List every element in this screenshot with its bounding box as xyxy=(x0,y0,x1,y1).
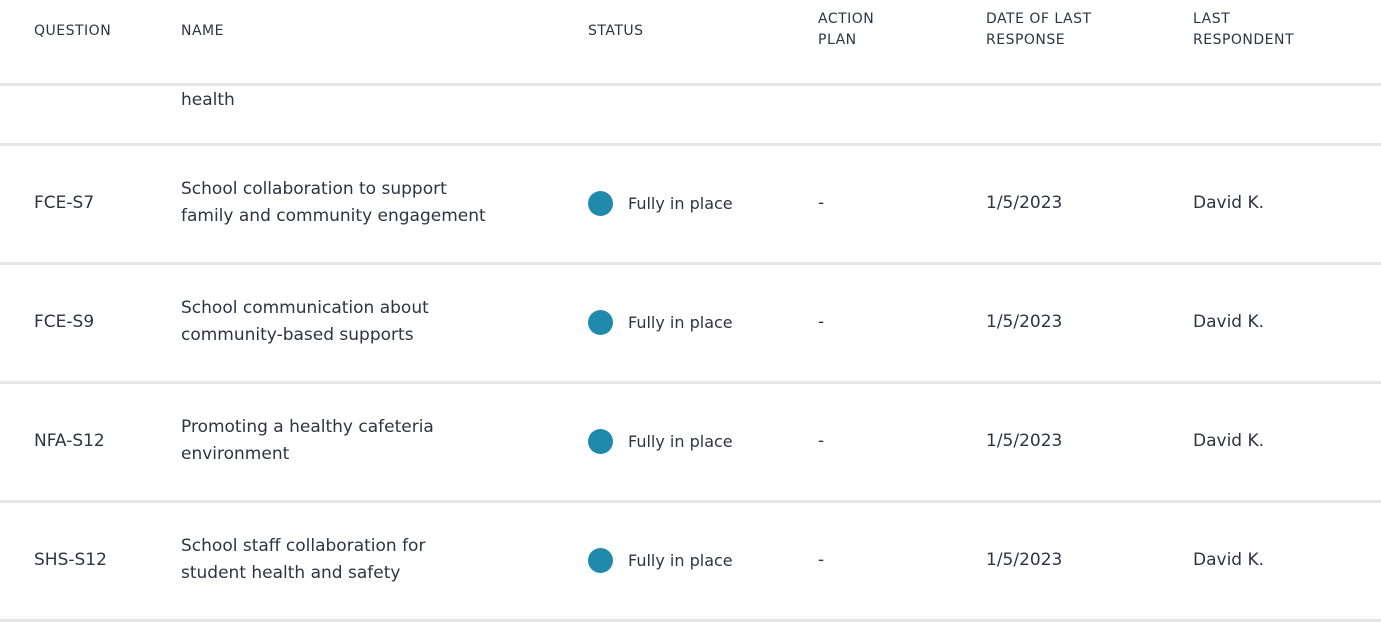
table-header: QUESTION NAME STATUS ACTION PLAN DATE OF… xyxy=(0,0,1381,86)
status-dot-icon xyxy=(588,548,613,573)
row-name: Promoting a healthy cafeteria environmen… xyxy=(181,414,551,468)
row-date: 1/5/2023 xyxy=(986,193,1063,213)
column-header-date-last-response[interactable]: DATE OF LAST RESPONSE xyxy=(986,9,1092,51)
table-row[interactable]: NFA-S12 Promoting a healthy cafeteria en… xyxy=(0,384,1381,503)
row-action-plan: - xyxy=(818,193,825,213)
column-header-action-plan[interactable]: ACTION PLAN xyxy=(818,9,874,51)
row-status: Fully in place xyxy=(588,309,733,336)
row-action-plan: - xyxy=(818,550,825,570)
row-question-code: NFA-S12 xyxy=(34,431,105,451)
row-respondent: David K. xyxy=(1193,431,1265,451)
column-header-respondent-line1: LAST xyxy=(1193,11,1231,27)
row-respondent: David K. xyxy=(1193,193,1265,213)
row-status: Fully in place xyxy=(588,428,733,455)
row-date: 1/5/2023 xyxy=(986,431,1063,451)
column-header-last-respondent[interactable]: LAST RESPONDENT xyxy=(1193,9,1294,51)
row-name-line2: community-based supports xyxy=(181,325,414,345)
row-name: School staff collaboration for student h… xyxy=(181,533,551,587)
column-header-question[interactable]: QUESTION xyxy=(34,21,111,42)
row-name-line1: Promoting a healthy cafeteria xyxy=(181,417,434,437)
column-header-date-line2: RESPONSE xyxy=(986,32,1066,48)
row-name-tail: health xyxy=(181,90,235,110)
row-status: Fully in place xyxy=(588,547,733,574)
row-name-line1: School collaboration to support xyxy=(181,179,447,199)
row-action-plan: - xyxy=(818,312,825,332)
row-name-line2: student health and safety xyxy=(181,563,401,583)
table-row[interactable]: FCE-S7 School collaboration to support f… xyxy=(0,146,1381,265)
column-header-action-plan-line2: PLAN xyxy=(818,32,857,48)
row-respondent: David K. xyxy=(1193,312,1265,332)
table-row[interactable]: SHS-S12 School staff collaboration for s… xyxy=(0,503,1381,622)
column-header-name[interactable]: NAME xyxy=(181,21,224,42)
table-row[interactable]: FCE-S9 School communication about commun… xyxy=(0,265,1381,384)
column-header-respondent-line2: RESPONDENT xyxy=(1193,32,1295,48)
column-header-action-plan-line1: ACTION xyxy=(818,11,875,27)
table-row-partial[interactable]: health xyxy=(0,86,1381,146)
row-respondent: David K. xyxy=(1193,550,1265,570)
status-label: Fully in place xyxy=(628,313,733,332)
status-label: Fully in place xyxy=(628,432,733,451)
row-name-line1: School communication about xyxy=(181,298,429,318)
status-dot-icon xyxy=(588,191,613,216)
row-name-line2: family and community engagement xyxy=(181,206,486,226)
row-question-code: SHS-S12 xyxy=(34,550,107,570)
row-action-plan: - xyxy=(818,431,825,451)
status-label: Fully in place xyxy=(628,194,733,213)
row-status: Fully in place xyxy=(588,190,733,217)
status-dot-icon xyxy=(588,310,613,335)
row-date: 1/5/2023 xyxy=(986,550,1063,570)
row-name: School communication about community-bas… xyxy=(181,295,551,349)
row-name-line2: environment xyxy=(181,444,290,464)
status-dot-icon xyxy=(588,429,613,454)
column-header-status[interactable]: STATUS xyxy=(588,21,644,42)
row-name: School collaboration to support family a… xyxy=(181,176,551,230)
row-date: 1/5/2023 xyxy=(986,312,1063,332)
column-header-date-line1: DATE OF LAST xyxy=(986,11,1092,27)
row-question-code: FCE-S7 xyxy=(34,193,95,213)
row-question-code: FCE-S9 xyxy=(34,312,95,332)
status-label: Fully in place xyxy=(628,551,733,570)
row-name-line1: School staff collaboration for xyxy=(181,536,426,556)
